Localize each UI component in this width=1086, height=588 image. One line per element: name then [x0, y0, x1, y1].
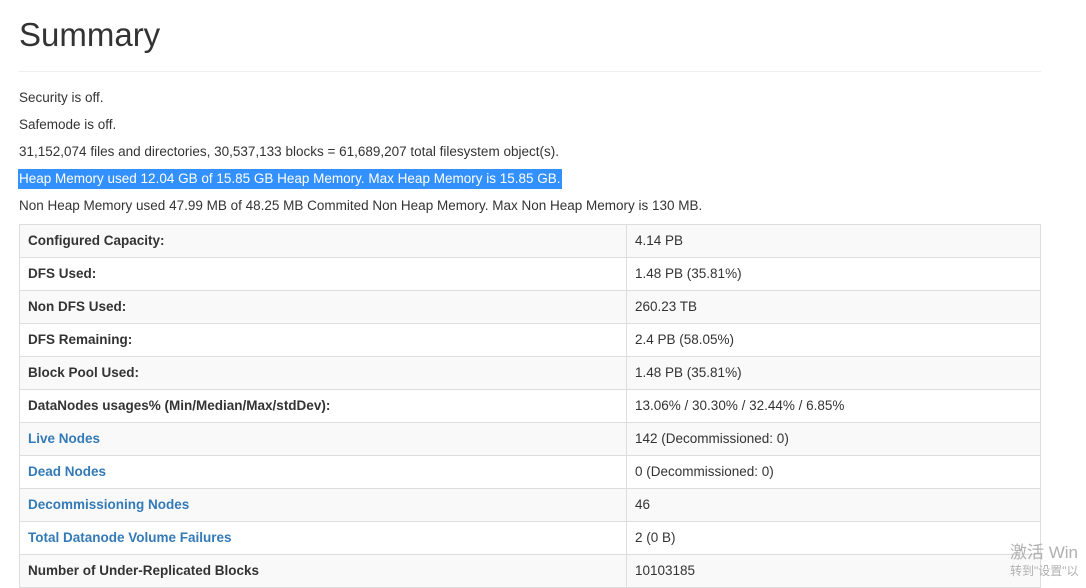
page-title: Summary [19, 16, 161, 53]
volume-failures-value: 2 (0 B) [626, 521, 1041, 555]
dead-nodes-cell: Dead Nodes [19, 455, 627, 489]
dfs-remaining-label: DFS Remaining: [19, 323, 627, 357]
dead-nodes-link[interactable]: Dead Nodes [28, 464, 106, 479]
dfs-used-label: DFS Used: [19, 257, 627, 291]
decommissioning-nodes-cell: Decommissioning Nodes [19, 488, 627, 522]
volume-failures-cell: Total Datanode Volume Failures [19, 521, 627, 555]
table-row: DFS Remaining: 2.4 PB (58.05%) [19, 323, 1041, 357]
table-row: Block Pool Used: 1.48 PB (35.81%) [19, 356, 1041, 390]
page-header: Summary [19, 0, 1041, 72]
activation-watermark-subtitle: 转到"设置"以 [1010, 564, 1079, 578]
table-row: DFS Used: 1.48 PB (35.81%) [19, 257, 1041, 291]
datanodes-usages-label: DataNodes usages% (Min/Median/Max/stdDev… [19, 389, 627, 423]
volume-failures-link[interactable]: Total Datanode Volume Failures [28, 530, 232, 545]
table-row: Configured Capacity: 4.14 PB [19, 224, 1041, 258]
table-row: Number of Under-Replicated Blocks 101031… [19, 554, 1041, 588]
datanodes-usages-value: 13.06% / 30.30% / 32.44% / 6.85% [626, 389, 1041, 423]
filesystem-objects-status: 31,152,074 files and directories, 30,537… [19, 144, 559, 159]
table-row: Decommissioning Nodes 46 [19, 488, 1041, 522]
block-pool-used-label: Block Pool Used: [19, 356, 627, 390]
under-replicated-blocks-value: 10103185 [626, 554, 1041, 588]
security-status: Security is off. [19, 90, 104, 105]
non-dfs-used-value: 260.23 TB [626, 290, 1041, 324]
dfs-used-value: 1.48 PB (35.81%) [626, 257, 1041, 291]
table-row: DataNodes usages% (Min/Median/Max/stdDev… [19, 389, 1041, 423]
heap-memory-status: Heap Memory used 12.04 GB of 15.85 GB He… [18, 169, 562, 189]
live-nodes-cell: Live Nodes [19, 422, 627, 456]
safemode-status: Safemode is off. [19, 117, 117, 132]
table-row: Live Nodes 142 (Decommissioned: 0) [19, 422, 1041, 456]
under-replicated-blocks-label: Number of Under-Replicated Blocks [19, 554, 627, 588]
table-row: Non DFS Used: 260.23 TB [19, 290, 1041, 324]
decommissioning-nodes-value: 46 [626, 488, 1041, 522]
live-nodes-link[interactable]: Live Nodes [28, 431, 100, 446]
configured-capacity-label: Configured Capacity: [19, 224, 627, 258]
non-dfs-used-label: Non DFS Used: [19, 290, 627, 324]
decommissioning-nodes-link[interactable]: Decommissioning Nodes [28, 497, 189, 512]
summary-table: Configured Capacity: 4.14 PB DFS Used: 1… [19, 224, 1041, 588]
block-pool-used-value: 1.48 PB (35.81%) [626, 356, 1041, 390]
live-nodes-value: 142 (Decommissioned: 0) [626, 422, 1041, 456]
activation-watermark-title: 激活 Win [1010, 543, 1078, 562]
non-heap-memory-status: Non Heap Memory used 47.99 MB of 48.25 M… [19, 198, 703, 213]
configured-capacity-value: 4.14 PB [626, 224, 1041, 258]
dfs-remaining-value: 2.4 PB (58.05%) [626, 323, 1041, 357]
table-row: Dead Nodes 0 (Decommissioned: 0) [19, 455, 1041, 489]
dead-nodes-value: 0 (Decommissioned: 0) [626, 455, 1041, 489]
table-row: Total Datanode Volume Failures 2 (0 B) [19, 521, 1041, 555]
